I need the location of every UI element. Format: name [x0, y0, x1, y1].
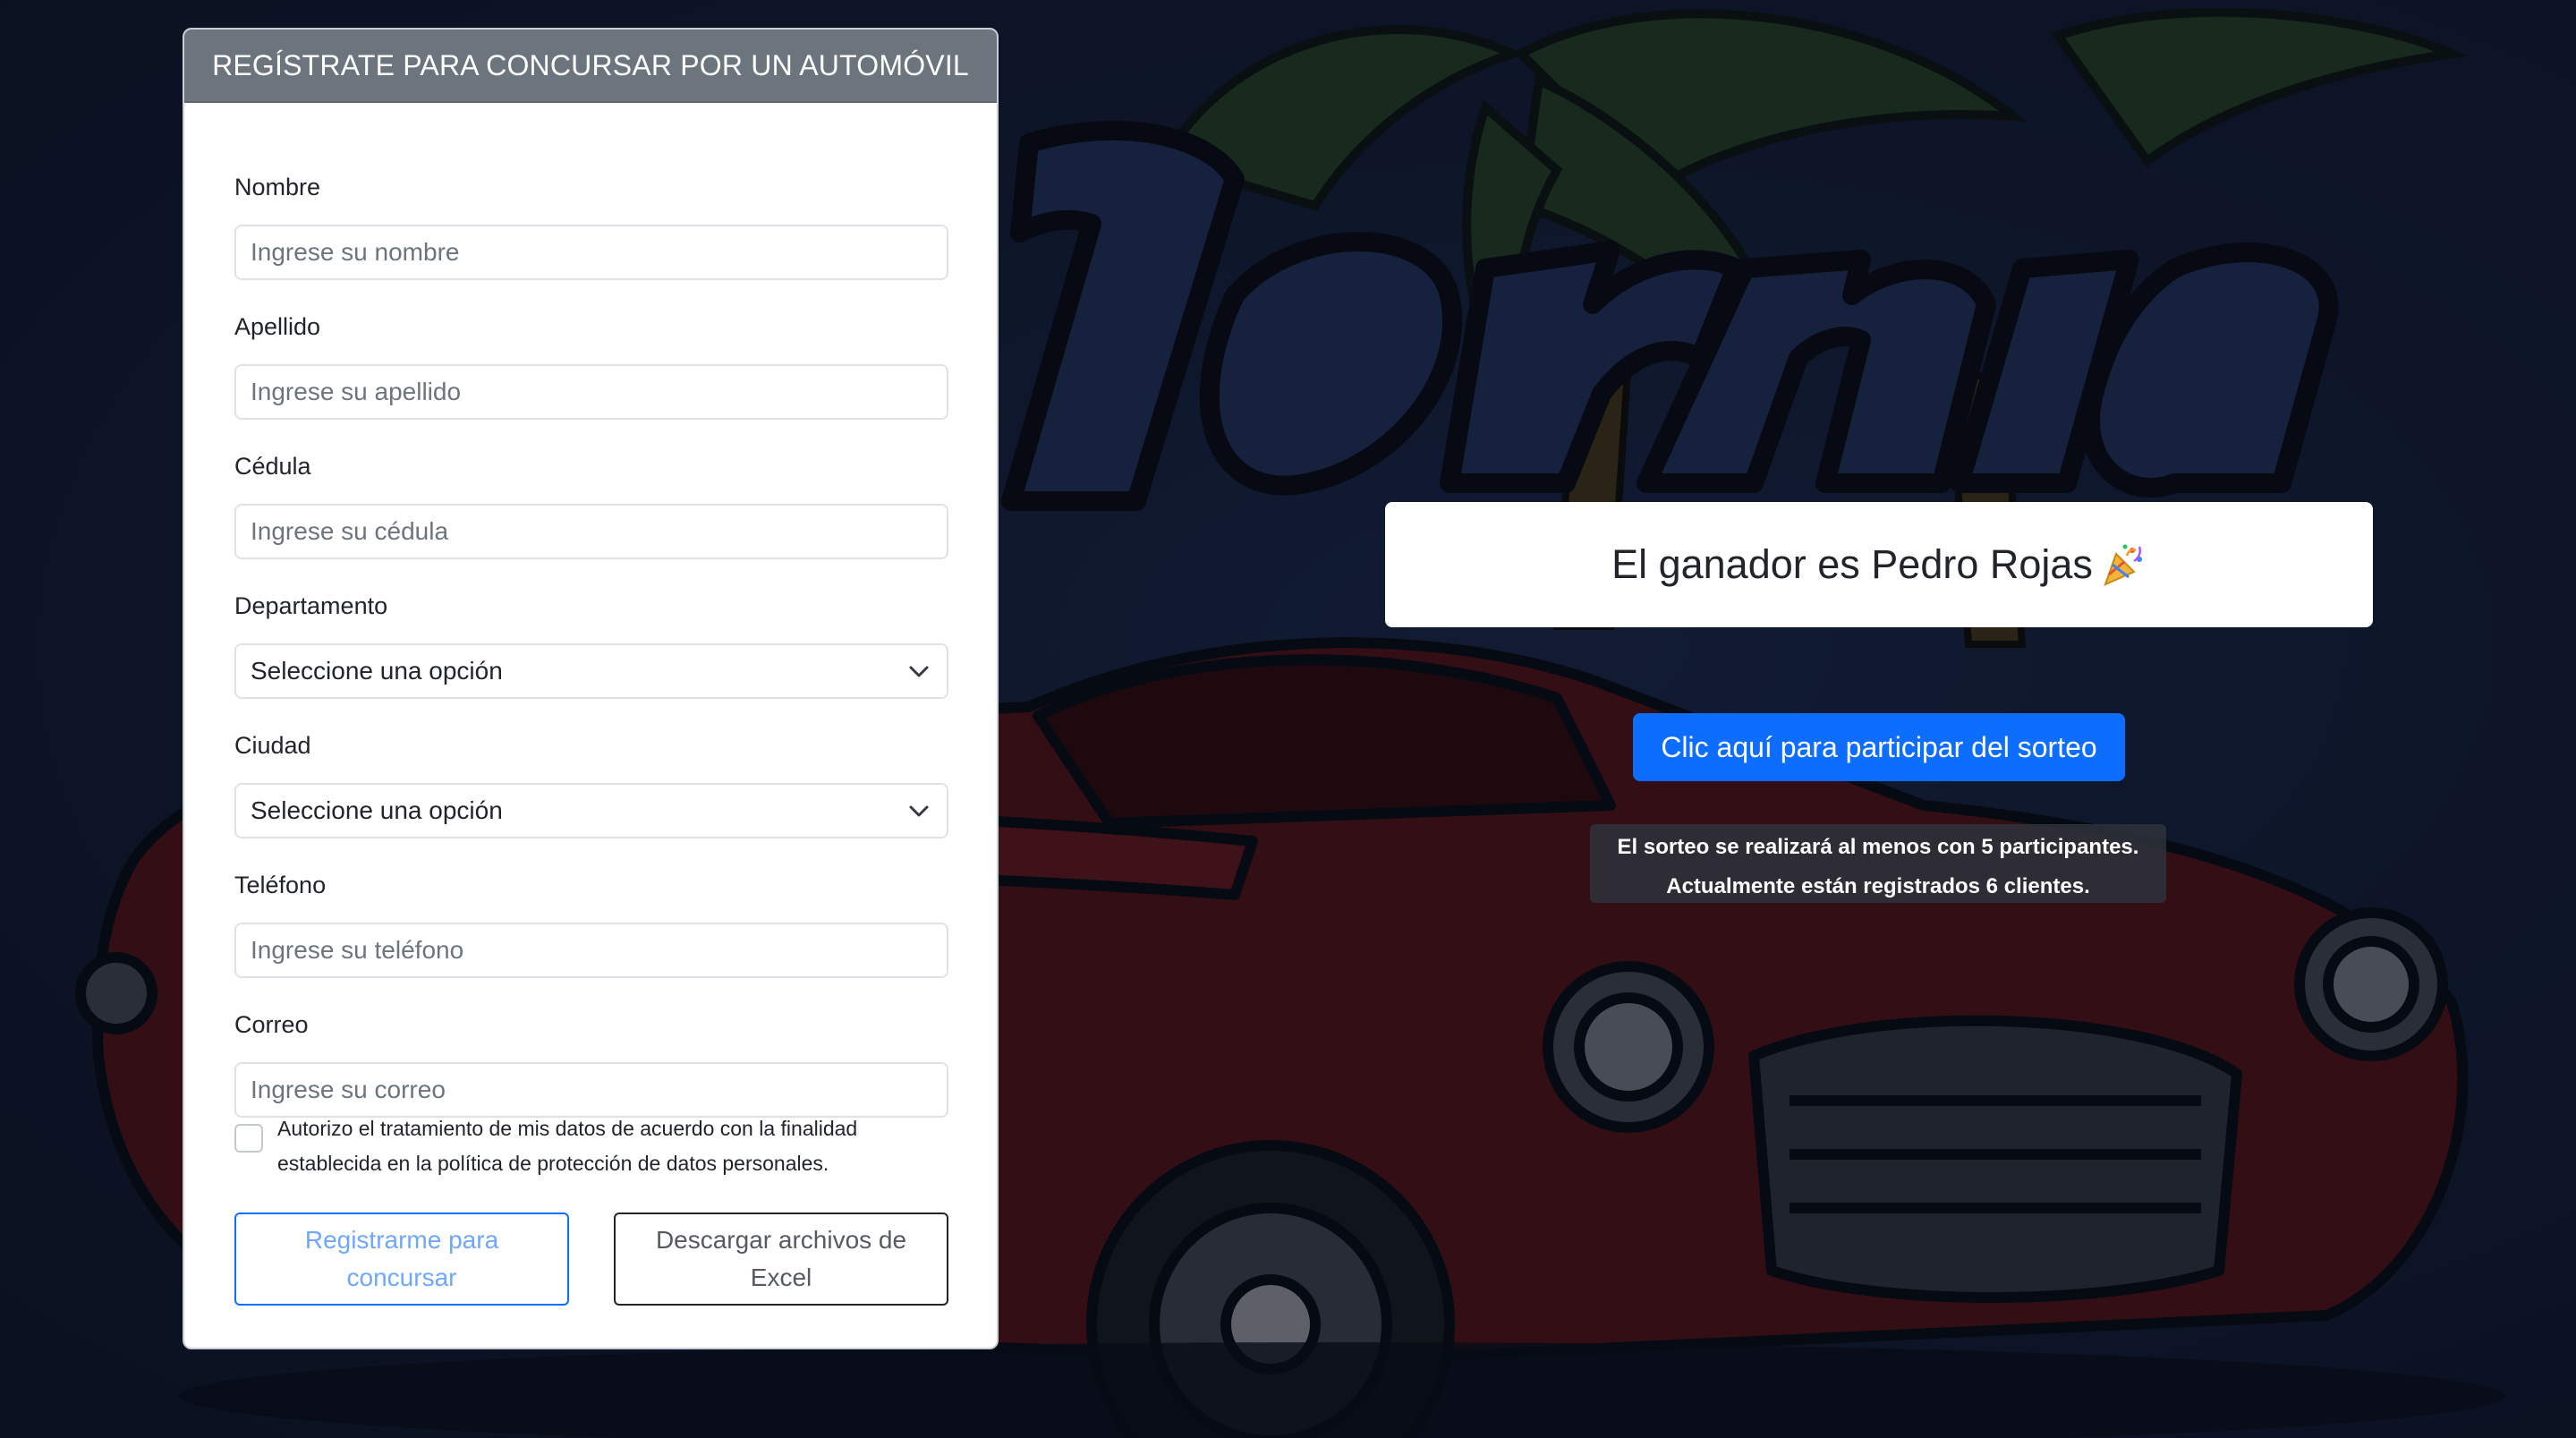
name-label: Nombre: [234, 174, 321, 200]
chevron-down-icon: [909, 805, 929, 817]
surname-label: Apellido: [234, 313, 321, 340]
id-number-input[interactable]: Ingrese su cédula: [234, 504, 948, 559]
id-number-label: Cédula: [234, 453, 311, 480]
department-select[interactable]: Seleccione una opción: [234, 643, 948, 699]
department-selected-value: Seleccione una opción: [251, 657, 503, 685]
email-label: Correo: [234, 1011, 309, 1038]
raffle-minimum-text: El sorteo se realizará al menos con 5 pa…: [1617, 835, 2139, 859]
download-excel-button[interactable]: Descargar archivos de Excel: [614, 1213, 948, 1306]
phone-input[interactable]: Ingrese su teléfono: [234, 923, 948, 978]
phone-field-group: Teléfono Ingrese su teléfono: [234, 867, 948, 978]
city-select[interactable]: Seleccione una opción: [234, 783, 948, 838]
registration-card-title: REGÍSTRATE PARA CONCURSAR POR UN AUTOMÓV…: [184, 30, 997, 103]
email-input[interactable]: Ingrese su correo: [234, 1062, 948, 1118]
winner-announcement: El ganador es Pedro Rojas: [1385, 502, 2373, 627]
raffle-info-box: El sorteo se realizará al menos con 5 pa…: [1590, 824, 2166, 903]
city-label: Ciudad: [234, 732, 311, 759]
raffle-registered-count-text: Actualmente están registrados 6 clientes…: [1666, 874, 2090, 898]
surname-input[interactable]: Ingrese su apellido: [234, 364, 948, 420]
department-field-group: Departamento Seleccione una opción: [234, 588, 948, 699]
chevron-down-icon: [909, 666, 929, 677]
name-field-group: Nombre Ingrese su nombre: [234, 169, 948, 280]
participate-raffle-button[interactable]: Clic aquí para participar del sorteo: [1633, 713, 2125, 781]
surname-field-group: Apellido Ingrese su apellido: [234, 309, 948, 420]
register-button[interactable]: Registrarme para concursar: [234, 1213, 569, 1306]
winner-text: El ganador es Pedro Rojas: [1611, 541, 2093, 587]
email-field-group: Correo Ingrese su correo: [234, 1007, 948, 1118]
consent-text: Autorizo el tratamiento de mis datos de …: [277, 1117, 858, 1175]
phone-label: Teléfono: [234, 872, 327, 898]
name-input[interactable]: Ingrese su nombre: [234, 225, 948, 280]
city-field-group: Ciudad Seleccione una opción: [234, 728, 948, 838]
consent-checkbox[interactable]: [234, 1124, 263, 1153]
registration-card: REGÍSTRATE PARA CONCURSAR POR UN AUTOMÓV…: [183, 28, 999, 1349]
data-consent: Autorizo el tratamiento de mis datos de …: [234, 1111, 948, 1181]
city-selected-value: Seleccione una opción: [251, 796, 503, 824]
party-popper-icon: [2104, 544, 2142, 586]
department-label: Departamento: [234, 592, 388, 619]
id-number-field-group: Cédula Ingrese su cédula: [234, 448, 948, 559]
